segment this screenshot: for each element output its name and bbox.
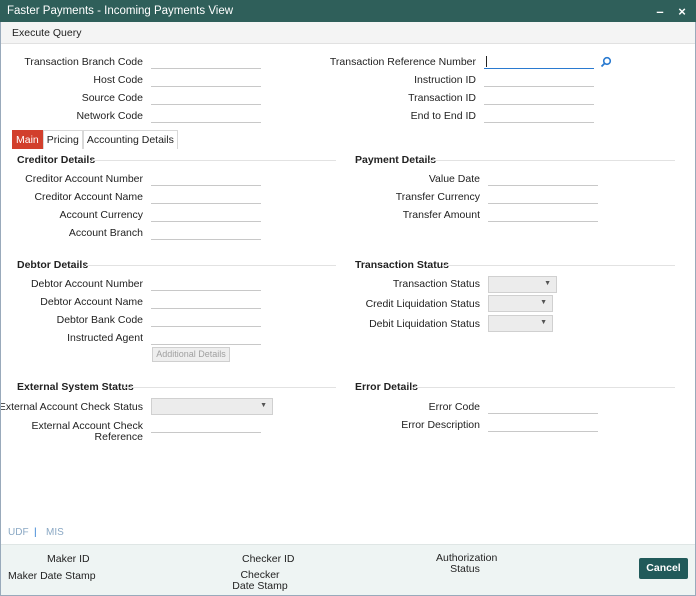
external-account-check-status-select[interactable]: ▼ [151,398,273,415]
search-icon[interactable] [600,56,612,68]
account-branch-input[interactable] [151,225,261,240]
debtor-account-name-input[interactable] [151,294,261,309]
transaction-id-input[interactable] [484,90,594,105]
source-code-label: Source Code [81,92,143,104]
title-bar: Faster Payments - Incoming Payments View… [0,0,696,22]
debtor-account-number-input[interactable] [151,276,261,291]
txn-ref-no-input[interactable] [484,54,594,69]
error-code-input[interactable] [488,399,598,414]
creditor-account-name-label: Creditor Account Name [34,191,143,203]
chevron-down-icon: ▼ [260,402,267,409]
debit-liquidation-status-select[interactable]: ▼ [488,315,553,332]
external-account-check-status-label: External Account Check Status [0,401,143,413]
credit-liquidation-status-label: Credit Liquidation Status [365,298,480,310]
account-currency-label: Account Currency [59,209,143,221]
additional-details-button[interactable]: Additional Details [152,347,230,362]
section-divider [123,387,336,388]
debtor-details-title: Debtor Details [17,259,89,271]
creditor-account-name-input[interactable] [151,189,261,204]
section-divider [92,160,336,161]
execute-query-button[interactable]: Execute Query [12,27,81,39]
debit-liquidation-status-label: Debit Liquidation Status [369,318,480,330]
external-account-check-reference-label: External Account Check Reference [31,420,143,443]
chevron-down-icon: ▼ [540,319,547,326]
creditor-details-title: Creditor Details [17,154,96,166]
debtor-account-name-label: Debtor Account Name [40,296,143,308]
checker-date-stamp-label: Checker Date Stamp [232,569,288,592]
audit-footer [0,544,696,596]
transfer-amount-input[interactable] [488,207,598,222]
instructed-agent-label: Instructed Agent [67,332,143,344]
instruction-id-input[interactable] [484,72,594,87]
section-divider [414,387,675,388]
instruction-id-label: Instruction ID [414,74,476,86]
error-description-label: Error Description [401,419,480,431]
end-to-end-id-label: End to End ID [410,110,476,122]
txn-branch-code-input[interactable] [151,54,261,69]
debtor-bank-code-input[interactable] [151,312,261,327]
window-title: Faster Payments - Incoming Payments View [7,5,234,17]
transaction-status-title: Transaction Status [355,259,449,271]
account-branch-label: Account Branch [68,227,143,239]
tab-accounting-details[interactable]: Accounting Details [82,130,178,149]
chevron-down-icon: ▼ [544,280,551,287]
error-details-title: Error Details [355,381,419,393]
txn-ref-no-label: Transaction Reference Number [329,56,476,68]
source-code-input[interactable] [151,90,261,105]
transaction-status-label: Transaction Status [392,278,480,290]
text-cursor [486,56,487,67]
value-date-input[interactable] [488,171,598,186]
tab-pricing[interactable]: Pricing [42,130,83,149]
udf-link[interactable]: UDF [8,527,29,538]
debtor-bank-code-label: Debtor Bank Code [56,314,143,326]
maker-id-label: Maker ID [47,553,90,565]
instructed-agent-input[interactable] [151,330,261,345]
close-icon[interactable]: × [674,4,690,19]
error-description-input[interactable] [488,417,598,432]
credit-liquidation-status-select[interactable]: ▼ [488,295,553,312]
payment-details-title: Payment Details [355,154,437,166]
tab-main[interactable]: Main [12,130,43,149]
value-date-label: Value Date [428,173,480,185]
chevron-down-icon: ▼ [540,299,547,306]
external-system-status-title: External System Status [17,381,134,393]
txn-branch-code-label: Transaction Branch Code [24,56,143,68]
creditor-account-number-input[interactable] [151,171,261,186]
checker-id-label: Checker ID [242,553,295,565]
section-divider [86,265,336,266]
transfer-currency-label: Transfer Currency [395,191,480,203]
host-code-label: Host Code [93,74,143,86]
host-code-input[interactable] [151,72,261,87]
toolbar: Execute Query [0,22,696,44]
mis-link[interactable]: MIS [46,527,64,538]
cancel-button[interactable]: Cancel [639,558,688,579]
error-code-label: Error Code [428,401,480,413]
authorization-status-label: Authorization Status [436,552,498,575]
creditor-account-number-label: Creditor Account Number [25,173,143,185]
network-code-input[interactable] [151,108,261,123]
transfer-amount-label: Transfer Amount [402,209,480,221]
maker-date-stamp-label: Maker Date Stamp [8,570,96,582]
transfer-currency-input[interactable] [488,189,598,204]
section-divider [429,160,675,161]
external-account-check-reference-input[interactable] [151,418,261,433]
account-currency-input[interactable] [151,207,261,222]
transaction-id-label: Transaction ID [408,92,476,104]
section-divider [442,265,675,266]
minimize-icon[interactable]: – [652,4,668,19]
network-code-label: Network Code [76,110,143,122]
link-separator: | [34,527,37,538]
transaction-status-select[interactable]: ▼ [488,276,557,293]
tab-strip: Main Pricing Accounting Details [12,130,178,149]
debtor-account-number-label: Debtor Account Number [30,278,143,290]
end-to-end-id-input[interactable] [484,108,594,123]
